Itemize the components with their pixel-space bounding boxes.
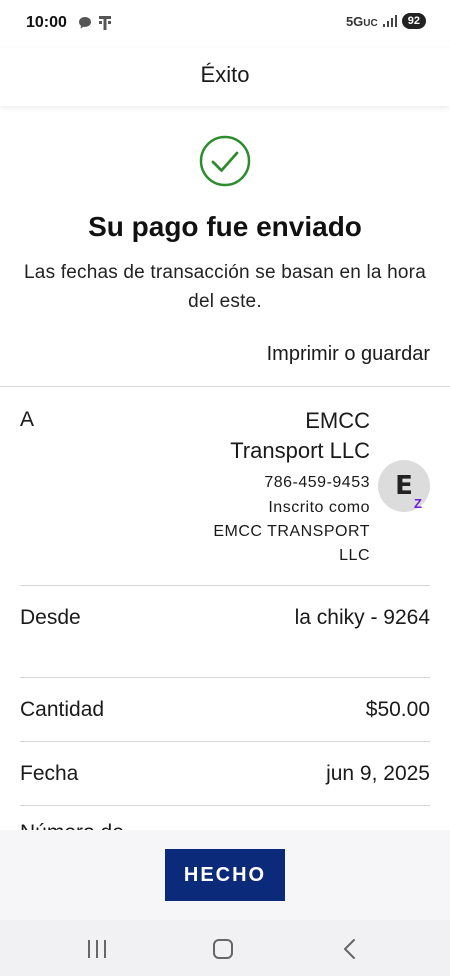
signal-icon: [382, 15, 397, 27]
home-icon[interactable]: [213, 939, 233, 959]
zelle-badge-icon: Z: [414, 496, 422, 511]
status-time: 10:00: [26, 14, 67, 31]
network-indicator: 5GUC: [345, 13, 378, 29]
divider: [20, 805, 430, 806]
divider: [0, 386, 450, 387]
recipient-details: EMCC Transport LLC 786-459-9453 Inscrito…: [140, 406, 370, 568]
recipient-label: A: [20, 408, 35, 431]
confirmation-subtext: Las fechas de transacción se basan en la…: [24, 262, 426, 312]
page-title: Éxito: [200, 62, 250, 87]
amount-label: Cantidad: [20, 698, 105, 721]
date-label: Fecha: [20, 762, 79, 785]
recipient-phone: 786-459-9453: [264, 474, 370, 491]
recipient-name-line1: EMCC: [305, 408, 370, 433]
from-value: la chiky - 9264: [294, 606, 430, 629]
divider: [20, 741, 430, 742]
recents-icon[interactable]: [88, 940, 106, 958]
divider: [20, 585, 430, 586]
date-value: jun 9, 2025: [326, 762, 430, 785]
recipient-enrolled-line2: EMCC TRANSPORT: [213, 523, 370, 540]
avatar-letter: E: [395, 471, 413, 501]
status-system-icons: 5GUC 92: [346, 13, 426, 29]
tmobile-icon: [99, 16, 111, 30]
from-label: Desde: [20, 606, 81, 629]
done-button[interactable]: HECHO: [165, 849, 285, 901]
check-circle-icon: [199, 135, 251, 187]
amount-value: $50.00: [365, 698, 430, 721]
recipient-enrolled-line3: LLC: [339, 547, 370, 564]
status-bar: 10:00 5GUC 92: [0, 0, 450, 48]
back-icon[interactable]: [340, 938, 360, 960]
print-or-save-link[interactable]: Imprimir o guardar: [267, 343, 430, 366]
avatar: E: [378, 460, 430, 512]
app-header: Éxito: [0, 48, 450, 106]
battery-indicator: 92: [401, 13, 426, 29]
confirmation-headline: Su pago fue enviado: [88, 211, 362, 242]
status-notification-icons: [78, 15, 112, 31]
divider: [20, 677, 430, 678]
recipient-name-line2: Transport LLC: [230, 438, 370, 463]
chat-bubble-icon: [79, 17, 91, 29]
recipient-enrolled-line1: Inscrito como: [268, 499, 370, 516]
next-row-label-partial: Número de: [20, 822, 124, 830]
